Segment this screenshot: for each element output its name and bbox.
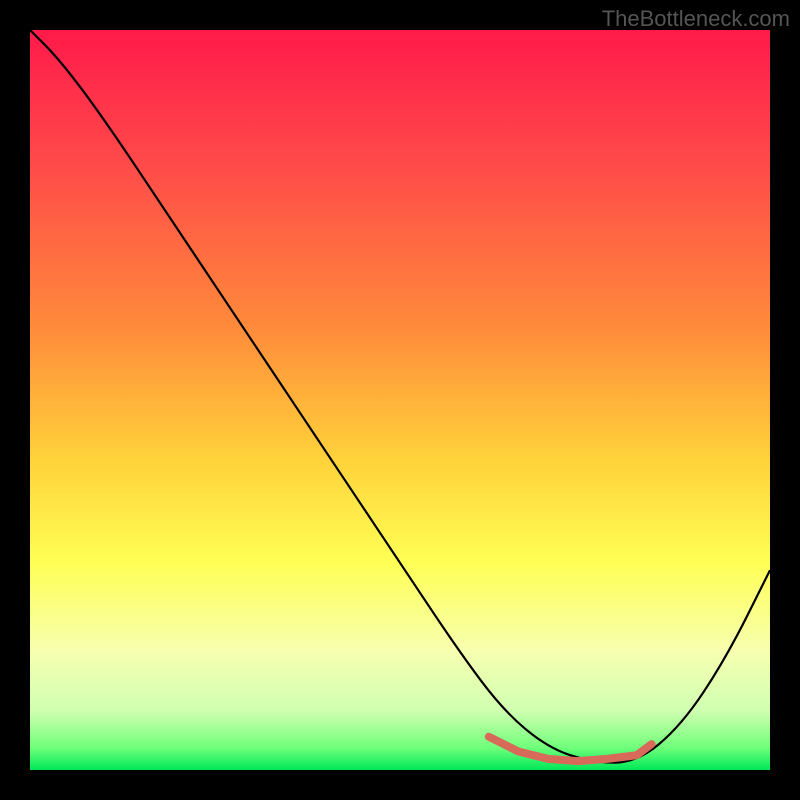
chart-frame [30, 30, 770, 770]
gradient-background [30, 30, 770, 770]
chart-svg [30, 30, 770, 770]
watermark-text: TheBottleneck.com [602, 6, 790, 32]
